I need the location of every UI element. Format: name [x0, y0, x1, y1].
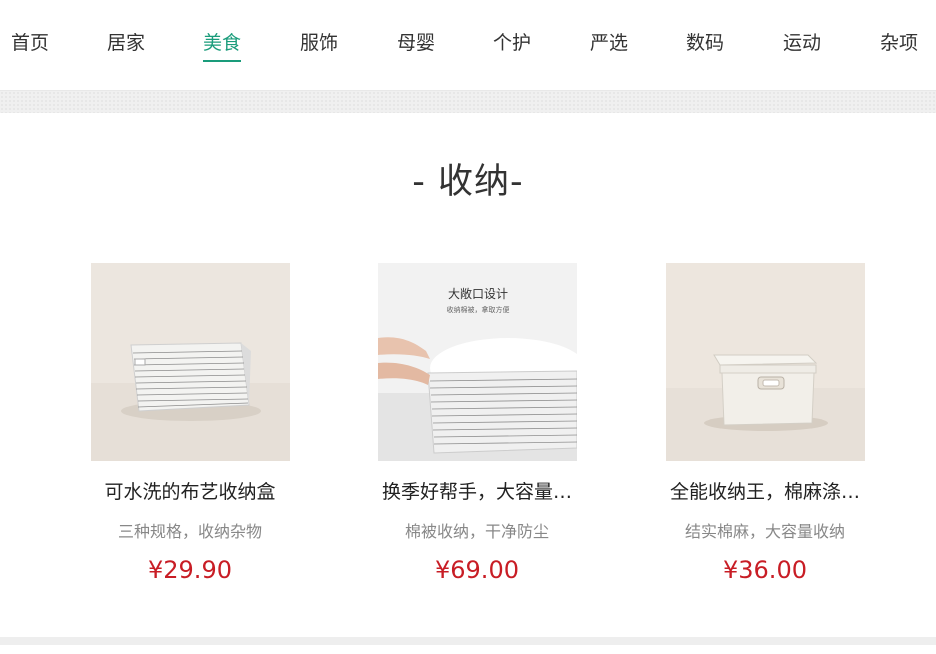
nav-item-food[interactable]: 美食	[203, 28, 242, 62]
product-price: ¥36.00	[723, 556, 807, 584]
storage-section: - 收纳- 可水洗的布艺收纳盒 三种规格，收纳杂物 ¥29.90 大敞口设计 收…	[0, 113, 936, 645]
image-subtext: 收纳棉被，拿取方便	[446, 305, 509, 314]
product-desc: 结实棉麻，大容量收纳	[684, 522, 845, 541]
nav-item-misc[interactable]: 杂项	[880, 28, 918, 55]
divider-strip	[0, 91, 936, 113]
bottom-divider	[0, 637, 936, 645]
nav-item-baby[interactable]: 母婴	[397, 28, 435, 55]
image-headline: 大敞口设计	[447, 286, 507, 301]
product-desc: 三种规格，收纳杂物	[117, 522, 262, 541]
product-name[interactable]: 可水洗的布艺收纳盒	[90, 477, 290, 504]
nav-item-personal-care[interactable]: 个护	[493, 28, 531, 55]
product-card[interactable]: 可水洗的布艺收纳盒 三种规格，收纳杂物 ¥29.90	[70, 263, 310, 584]
nav-item-home[interactable]: 首页	[11, 28, 49, 55]
nav-item-selected[interactable]: 严选	[590, 28, 628, 55]
nav-item-digital[interactable]: 数码	[686, 28, 724, 55]
category-nav: 首页 居家 美食 服饰 母婴 个护 严选 数码 运动 杂项	[0, 0, 936, 91]
nav-item-sports[interactable]: 运动	[783, 28, 821, 55]
product-desc: 棉被收纳，干净防尘	[404, 522, 549, 541]
lidded-storage-box-image[interactable]	[665, 263, 865, 461]
nav-item-apparel[interactable]: 服饰	[300, 28, 338, 55]
fabric-storage-basket-image[interactable]	[90, 263, 290, 461]
nav-item-home-living[interactable]: 居家	[107, 28, 145, 55]
product-card[interactable]: 全能收纳王，棉麻涤… 结实棉麻，大容量收纳 ¥36.00	[645, 263, 885, 584]
section-title: - 收纳-	[412, 162, 524, 202]
product-price: ¥69.00	[435, 556, 519, 584]
quilt-storage-bag-image[interactable]: 大敞口设计 收纳棉被，拿取方便	[377, 263, 577, 461]
product-card[interactable]: 大敞口设计 收纳棉被，拿取方便 换季好帮手，大容量… 棉被收纳，干净防尘 ¥69…	[357, 263, 597, 584]
product-price: ¥29.90	[148, 556, 232, 584]
product-name[interactable]: 换季好帮手，大容量…	[377, 477, 577, 504]
product-name[interactable]: 全能收纳王，棉麻涤…	[665, 477, 865, 504]
